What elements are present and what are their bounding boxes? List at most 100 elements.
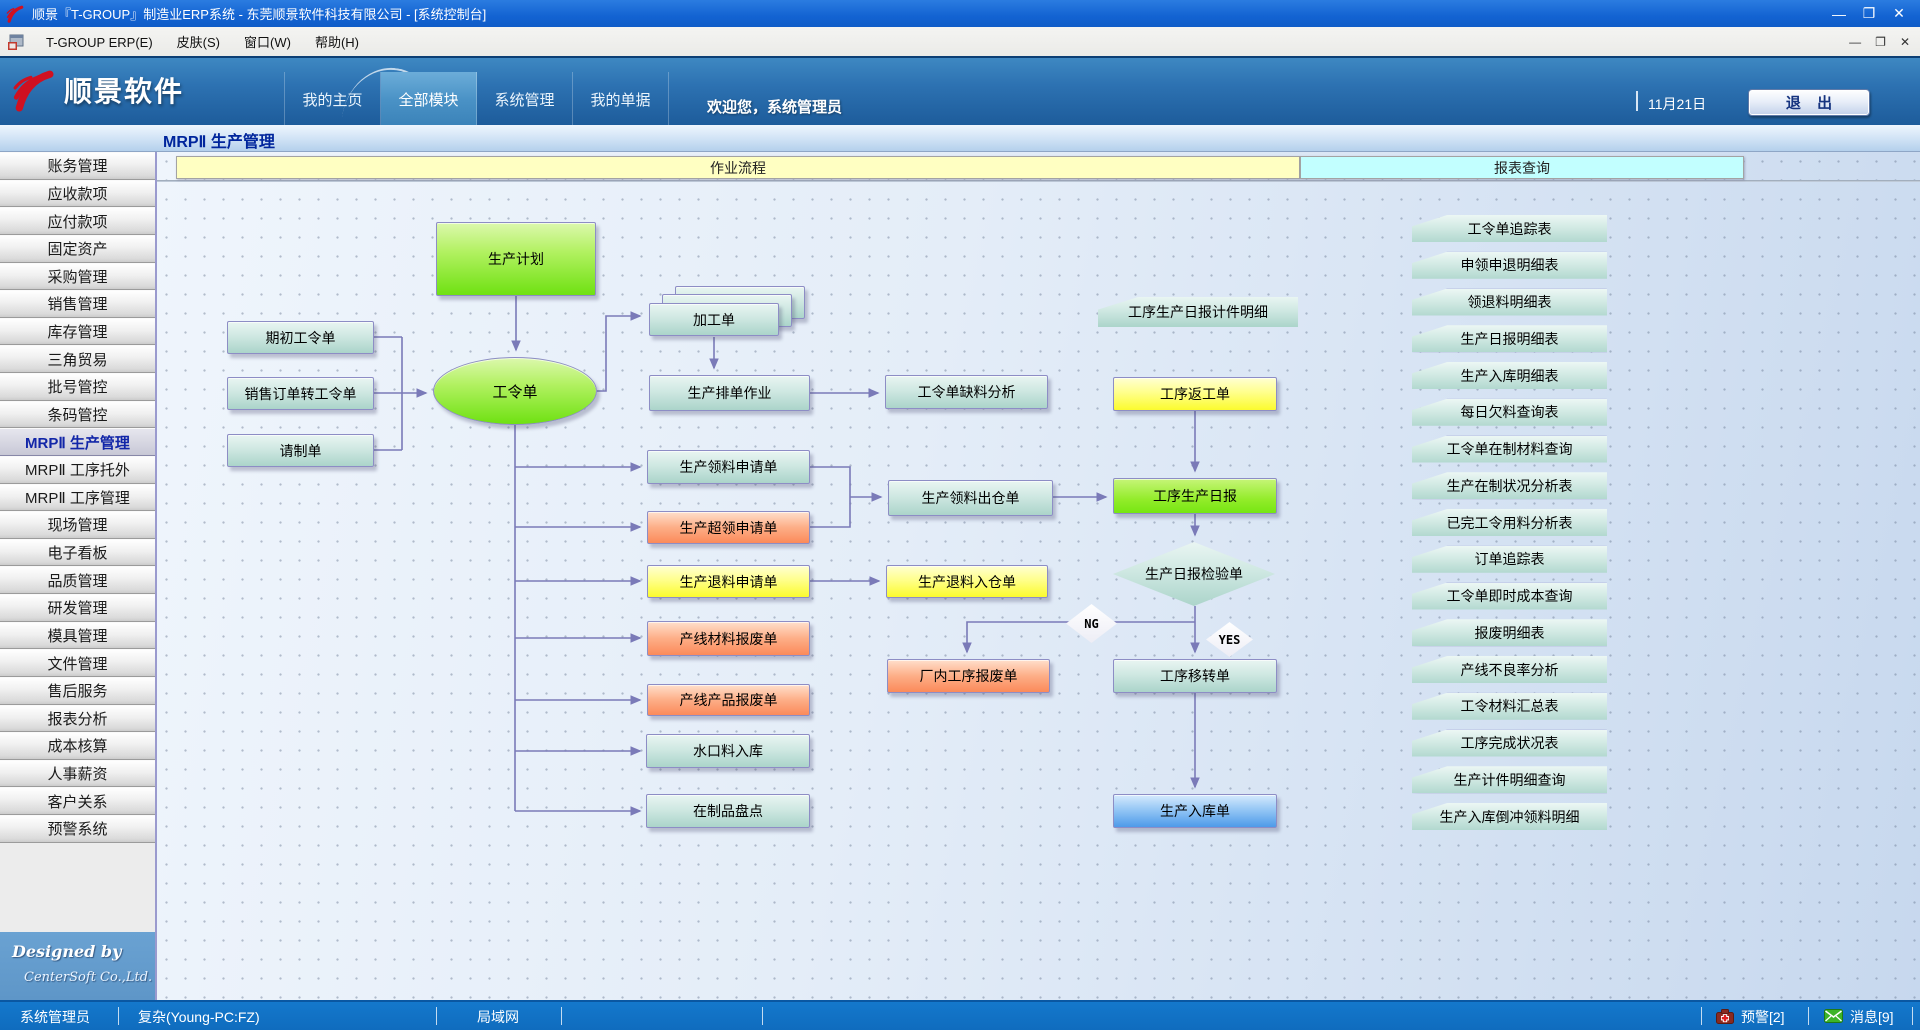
sidebar-item-9[interactable]: 条码管控 (0, 401, 155, 429)
canvas-divider (157, 180, 1920, 182)
flow-node-qzd[interactable]: 请制单 (227, 434, 374, 467)
message-icon (1824, 1009, 1843, 1023)
sidebar-item-17[interactable]: 模具管理 (0, 622, 155, 650)
flow-node-pdzy[interactable]: 生产排单作业 (649, 375, 810, 411)
designed-by-text: Designed by (12, 942, 121, 961)
flow-node-rkd[interactable]: 生产入库单 (1113, 794, 1277, 828)
report-button-4[interactable]: 生产入库明细表 (1412, 362, 1607, 389)
sidebar-item-11[interactable]: MRPⅡ 工序托外 (0, 456, 155, 484)
sidebar-item-24[interactable]: 预警系统 (0, 815, 155, 843)
sidebar-item-16[interactable]: 研发管理 (0, 594, 155, 622)
flow-node-cnbf[interactable]: 厂内工序报废单 (887, 659, 1050, 693)
status-user: 系统管理员 (20, 1007, 90, 1027)
window-title: 顺景『T-GROUP』制造业ERP系统 - 东莞顺景软件科技有限公司 - [系统… (32, 4, 1824, 23)
status-bar: 系统管理员 复杂(Young-PC:FZ) 局域网 预警[2] (0, 1000, 1920, 1030)
sidebar-item-4[interactable]: 采购管理 (0, 263, 155, 291)
sidebar-item-23[interactable]: 客户关系 (0, 787, 155, 815)
sidebar-item-20[interactable]: 报表分析 (0, 705, 155, 733)
menu-item-1[interactable]: 皮肤(S) (165, 32, 232, 51)
menu-item-3[interactable]: 帮助(H) (303, 32, 371, 51)
close-icon[interactable]: ✕ (1884, 3, 1914, 25)
report-button-0[interactable]: 工令单追踪表 (1412, 215, 1607, 242)
flow-node-scjh[interactable]: 生产计划 (436, 222, 596, 296)
sidebar-item-13[interactable]: 现场管理 (0, 511, 155, 539)
menu-item-2[interactable]: 窗口(W) (232, 32, 303, 51)
sidebar-item-1[interactable]: 应收款项 (0, 180, 155, 208)
page-title: MRPⅡ 生产管理 (163, 128, 275, 152)
mdi-close-icon[interactable]: ✕ (1900, 35, 1910, 49)
flow-node-qlfx[interactable]: 工令单缺料分析 (885, 375, 1048, 409)
form-icon (8, 34, 24, 50)
flow-node-clsq[interactable]: 生产超领申请单 (647, 511, 810, 544)
flow-node-cxcpbf[interactable]: 产线产品报废单 (647, 684, 810, 716)
exit-button[interactable]: 退 出 (1748, 89, 1870, 116)
flow-node-sklrk[interactable]: 水口料入库 (646, 734, 810, 768)
sidebar-item-22[interactable]: 人事薪资 (0, 760, 155, 788)
sidebar-item-18[interactable]: 文件管理 (0, 649, 155, 677)
company-text: CenterSoft Co.,Ltd. (24, 970, 152, 985)
report-button-15[interactable]: 生产计件明细查询 (1412, 766, 1607, 793)
mdi-minimize-icon[interactable]: — (1849, 35, 1861, 49)
flow-node-llsq[interactable]: 生产领料申请单 (647, 450, 810, 484)
sidebar: 账务管理应收款项应付款项固定资产采购管理销售管理库存管理三角贸易批号管控条码管控… (0, 152, 157, 1000)
flow-node-cxclbf[interactable]: 产线材料报废单 (647, 621, 810, 656)
section-header-reports: 报表查询 (1300, 156, 1744, 179)
sidebar-item-6[interactable]: 库存管理 (0, 318, 155, 346)
maximize-icon[interactable]: ❐ (1854, 3, 1884, 25)
flow-node-tlsq[interactable]: 生产退料申请单 (647, 565, 810, 598)
sidebar-item-21[interactable]: 成本核算 (0, 732, 155, 760)
sidebar-item-12[interactable]: MRPⅡ 工序管理 (0, 484, 155, 512)
report-button-1[interactable]: 申领申退明细表 (1412, 252, 1607, 279)
report-button-5[interactable]: 每日欠料查询表 (1412, 399, 1607, 426)
nav-tab-1[interactable]: 全部模块 (381, 72, 477, 127)
report-button-10[interactable]: 工令单即时成本查询 (1412, 583, 1607, 610)
minimize-icon[interactable]: — (1824, 3, 1854, 25)
app-logo-icon (6, 5, 24, 23)
flow-node-llcc[interactable]: 生产领料出仓单 (888, 480, 1053, 516)
report-button-13[interactable]: 工令材料汇总表 (1412, 693, 1607, 720)
flow-node-fgd[interactable]: 工序返工单 (1113, 377, 1277, 411)
flow-node-jgd[interactable]: 加工单 (649, 303, 779, 336)
report-button-2[interactable]: 领退料明细表 (1412, 289, 1607, 316)
report-button-6[interactable]: 工令单在制材料查询 (1412, 436, 1607, 463)
report-button-16[interactable]: 生产入库倒冲领料明细 (1412, 803, 1607, 830)
nav-tab-3[interactable]: 我的单据 (573, 72, 669, 127)
sidebar-item-7[interactable]: 三角贸易 (0, 345, 155, 373)
sidebar-item-5[interactable]: 销售管理 (0, 290, 155, 318)
flow-node-gld[interactable]: 工令单 (433, 357, 597, 425)
flow-node-yzd[interactable]: 工序移转单 (1113, 659, 1277, 693)
mdi-window-controls: — ❐ ✕ (1849, 35, 1910, 49)
sidebar-item-2[interactable]: 应付款项 (0, 207, 155, 235)
mdi-restore-icon[interactable]: ❐ (1875, 35, 1886, 49)
report-button-14[interactable]: 工序完成状况表 (1412, 730, 1607, 757)
report-button-9[interactable]: 订单追踪表 (1412, 546, 1607, 573)
flow-node-qcgld[interactable]: 期初工令单 (227, 321, 374, 354)
sidebar-item-0[interactable]: 账务管理 (0, 152, 155, 180)
sidebar-item-14[interactable]: 电子看板 (0, 539, 155, 567)
sidebar-item-10[interactable]: MRPⅡ 生产管理 (0, 428, 155, 456)
current-date: 11月21日 (1648, 94, 1706, 114)
flow-node-tlrc[interactable]: 生产退料入仓单 (886, 565, 1048, 598)
flow-node-xsdd[interactable]: 销售订单转工令单 (227, 377, 374, 410)
flow-node-scrb[interactable]: 工序生产日报 (1113, 478, 1277, 514)
status-message[interactable]: 消息[9] (1850, 1007, 1894, 1027)
status-computer: 复杂(Young-PC:FZ) (138, 1007, 260, 1027)
designed-by-block: Designed by CenterSoft Co.,Ltd. (0, 932, 155, 1000)
sidebar-item-15[interactable]: 品质管理 (0, 566, 155, 594)
report-button-3[interactable]: 生产日报明细表 (1412, 325, 1607, 352)
status-alert[interactable]: 预警[2] (1741, 1007, 1785, 1027)
sidebar-item-8[interactable]: 批号管控 (0, 373, 155, 401)
menu-bar: T-GROUP ERP(E)皮肤(S)窗口(W)帮助(H) — ❐ ✕ (0, 27, 1920, 57)
report-button-11[interactable]: 报废明细表 (1412, 619, 1607, 646)
flow-node-zzppd[interactable]: 在制品盘点 (646, 794, 810, 828)
flow-node-jjmx[interactable]: 工序生产日报计件明细 (1098, 297, 1298, 327)
report-button-8[interactable]: 已完工令用料分析表 (1412, 509, 1607, 536)
sidebar-item-19[interactable]: 售后服务 (0, 677, 155, 705)
date-separator (1636, 91, 1638, 111)
sidebar-item-3[interactable]: 固定资产 (0, 235, 155, 263)
report-button-7[interactable]: 生产在制状况分析表 (1412, 472, 1607, 499)
nav-tab-0[interactable]: 我的主页 (284, 72, 381, 127)
menu-item-0[interactable]: T-GROUP ERP(E) (34, 35, 165, 50)
report-button-12[interactable]: 产线不良率分析 (1412, 656, 1607, 683)
nav-tab-2[interactable]: 系统管理 (477, 72, 573, 127)
